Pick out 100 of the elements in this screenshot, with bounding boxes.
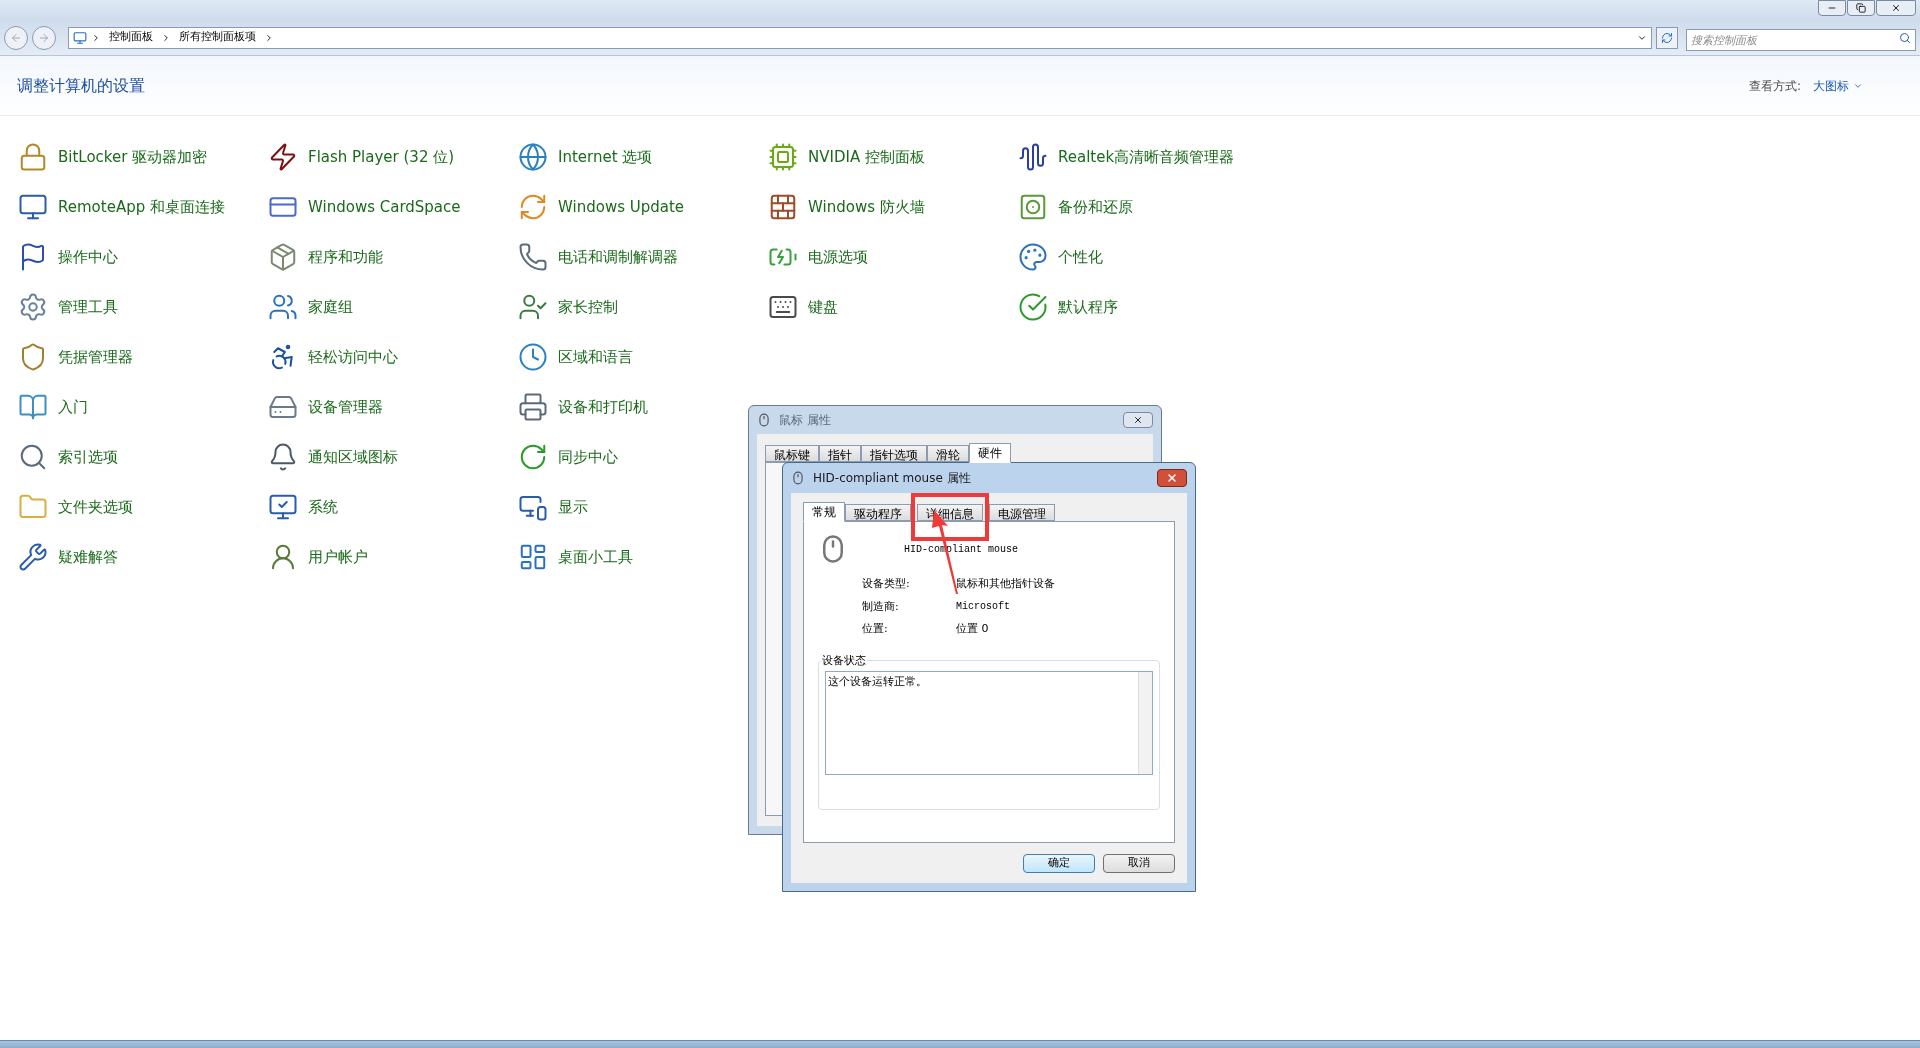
control-panel-item[interactable]: 通知区域图标 — [268, 440, 518, 474]
control-panel-item[interactable]: Windows Update — [518, 190, 768, 224]
control-panel-item[interactable]: 凭据管理器 — [18, 340, 268, 374]
forward-button[interactable] — [32, 25, 56, 50]
tab[interactable]: 指针 — [819, 445, 861, 462]
monitor-icon — [268, 492, 298, 522]
gear-icon — [18, 292, 48, 322]
control-panel-item[interactable]: 管理工具 — [18, 290, 268, 324]
group-label: 设备状态 — [821, 652, 867, 669]
check-circle-icon — [1018, 292, 1048, 322]
control-panel-item[interactable]: 默认程序 — [1018, 290, 1268, 324]
control-panel-item[interactable]: 操作中心 — [18, 240, 268, 274]
breadcrumb[interactable]: 控制面板 — [105, 29, 157, 46]
dialog-title: HID-compliant mouse 属性 — [813, 470, 971, 487]
book-icon — [18, 392, 48, 422]
chevron-icon — [91, 32, 101, 43]
tab[interactable]: 滑轮 — [927, 445, 969, 462]
forward-arrow-icon — [38, 31, 50, 44]
control-panel-item[interactable]: 个性化 — [1018, 240, 1268, 274]
chip-icon — [768, 142, 798, 172]
field-value: 鼠标和其他指针设备 — [956, 576, 1056, 592]
control-panel-item[interactable]: 系统 — [268, 490, 518, 524]
waveform-icon — [1018, 142, 1048, 172]
field-label: 设备类型: — [862, 576, 911, 592]
bell-icon — [268, 442, 298, 472]
computer-icon — [73, 30, 87, 45]
breadcrumb[interactable]: 所有控制面板项 — [175, 29, 260, 46]
control-panel-item[interactable]: 入门 — [18, 390, 268, 424]
close-icon — [1891, 3, 1901, 13]
close-icon — [1166, 472, 1178, 484]
close-button[interactable] — [1157, 469, 1187, 487]
control-panel-item[interactable]: Windows 防火墙 — [768, 190, 1018, 224]
control-panel-item[interactable]: 显示 — [518, 490, 768, 524]
wall-icon — [768, 192, 798, 222]
control-panel-item[interactable]: BitLocker 驱动器加密 — [18, 140, 268, 174]
field-value: 位置 0 — [956, 621, 990, 637]
control-panel-item[interactable]: Flash Player (32 位) — [268, 140, 518, 174]
minimize-button[interactable] — [1818, 0, 1846, 16]
control-panel-item[interactable]: 用户帐户 — [268, 540, 518, 574]
control-panel-item[interactable]: 文件夹选项 — [18, 490, 268, 524]
page-title: 调整计算机的设置 — [17, 74, 145, 97]
back-button[interactable] — [4, 25, 28, 50]
restore-icon — [1856, 3, 1866, 13]
flash-icon — [268, 142, 298, 172]
view-label: 查看方式: — [1748, 77, 1801, 95]
wrench-icon — [18, 542, 48, 572]
control-panel-item[interactable]: Internet 选项 — [518, 140, 768, 174]
control-panel-item[interactable]: Realtek高清晰音频管理器 — [1018, 140, 1268, 174]
tab[interactable]: 电源管理 — [989, 504, 1055, 521]
dialog-button[interactable]: 确定 — [1023, 853, 1095, 873]
address-bar[interactable]: 控制面板 所有控制面板项 — [68, 26, 1652, 49]
control-panel-item[interactable]: 索引选项 — [18, 440, 268, 474]
control-panel-item[interactable]: 疑难解答 — [18, 540, 268, 574]
update-icon — [518, 192, 548, 222]
monitor-icon — [18, 192, 48, 222]
tab[interactable]: 指针选项 — [861, 445, 927, 462]
mouse-icon — [791, 471, 805, 485]
tab[interactable]: 鼠标键 — [765, 445, 819, 462]
view-dropdown[interactable]: 大图标 — [1813, 76, 1863, 95]
field-label: 位置: — [862, 621, 889, 637]
control-panel-item[interactable]: 区域和语言 — [518, 340, 768, 374]
gadget-icon — [518, 542, 548, 572]
globe-icon — [518, 142, 548, 172]
dialog-title: 鼠标 属性 — [779, 412, 831, 429]
printer-icon — [518, 392, 548, 422]
close-button[interactable] — [1123, 412, 1153, 428]
control-panel-item[interactable]: 家长控制 — [518, 290, 768, 324]
control-panel-item[interactable]: 家庭组 — [268, 290, 518, 324]
search-field[interactable]: 搜索控制面板 — [1686, 29, 1916, 51]
dialog-button[interactable]: 取消 — [1103, 853, 1175, 873]
control-panel-item[interactable]: 设备管理器 — [268, 390, 518, 424]
control-panel-item[interactable]: 电话和调制解调器 — [518, 240, 768, 274]
tab[interactable]: 硬件 — [969, 443, 1011, 463]
control-panel-item[interactable]: 桌面小工具 — [518, 540, 768, 574]
control-panel-item[interactable]: RemoteApp 和桌面连接 — [18, 190, 268, 224]
tab[interactable]: 驱动程序 — [845, 504, 911, 521]
control-panel-item[interactable]: 设备和打印机 — [518, 390, 768, 424]
phone-icon — [518, 242, 548, 272]
user-icon — [518, 292, 548, 322]
control-panel-item[interactable]: 同步中心 — [518, 440, 768, 474]
restore-button[interactable] — [1847, 0, 1875, 16]
chevron-icon — [161, 32, 171, 43]
mouse-icon — [757, 413, 771, 427]
package-icon — [268, 242, 298, 272]
control-panel-item[interactable]: Windows CardSpace — [268, 190, 518, 224]
refresh-button[interactable] — [1656, 26, 1678, 49]
field-value: Microsoft — [956, 599, 1011, 614]
control-panel-item[interactable]: NVIDIA 控制面板 — [768, 140, 1018, 174]
control-panel-item[interactable]: 电源选项 — [768, 240, 1018, 274]
control-panel-item[interactable]: 备份和还原 — [1018, 190, 1268, 224]
clock-icon — [518, 342, 548, 372]
magnifier-icon — [18, 442, 48, 472]
control-panel-item[interactable]: 键盘 — [768, 290, 1018, 324]
control-panel-item[interactable]: 程序和功能 — [268, 240, 518, 274]
people-icon — [268, 292, 298, 322]
lock-icon — [18, 142, 48, 172]
tab[interactable]: 常规 — [803, 502, 845, 522]
refresh-icon — [1661, 31, 1673, 44]
chevron-icon — [264, 32, 274, 43]
control-panel-item[interactable]: 轻松访问中心 — [268, 340, 518, 374]
